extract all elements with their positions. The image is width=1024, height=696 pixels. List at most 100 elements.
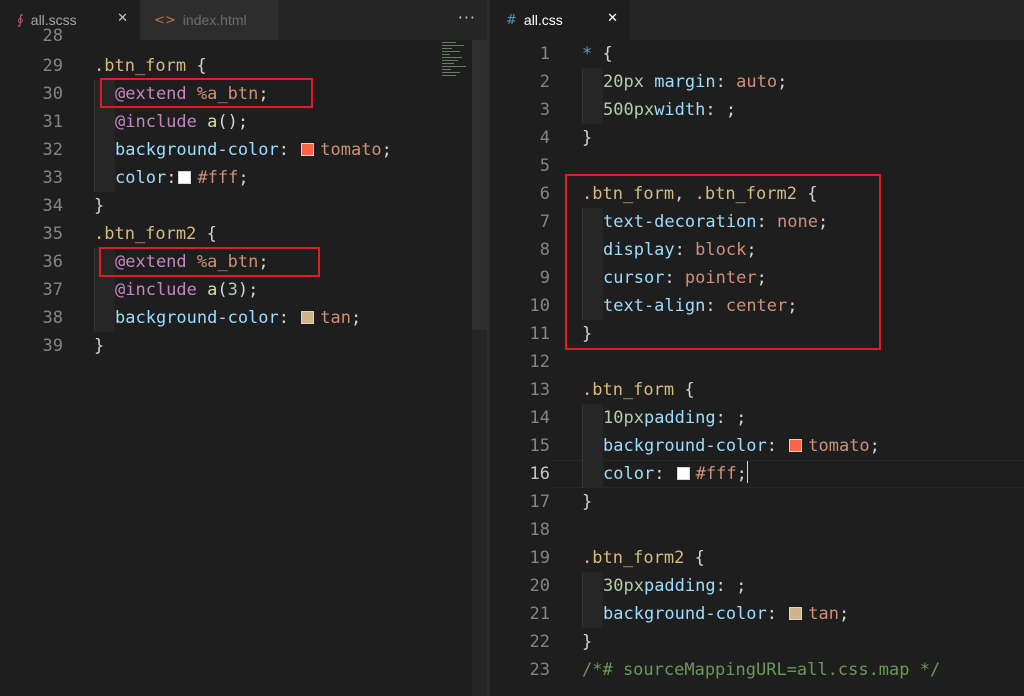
code-editor[interactable]: 1 * {2 20px margin: auto; 3 500pxwidth: ; 4} 5…: [490, 40, 1024, 696]
code-text: background-color: tan;: [115, 304, 361, 332]
code-line: 6 .btn_form, .btn_form2 {: [490, 180, 1024, 208]
line-number: 13: [529, 380, 550, 400]
token-num: 20px: [603, 72, 644, 92]
token-end: ;: [777, 72, 788, 92]
line-number: 18: [529, 520, 550, 540]
code-text: }: [94, 192, 104, 220]
color-swatch[interactable]: [789, 439, 803, 452]
code-text: .btn_form, .btn_form2 {: [582, 180, 817, 208]
token-end: ;: [736, 576, 747, 596]
token-num: 500px: [603, 100, 655, 120]
indent-guide: [94, 248, 115, 276]
line-number: 29: [42, 56, 63, 76]
token-brace: {: [796, 184, 818, 204]
token-colon: :: [654, 464, 675, 484]
indent-guide: [582, 432, 603, 460]
token-end: ;: [258, 84, 269, 104]
code-line: 23 /*# sourceMappingURL=all.css.map */: [490, 656, 1024, 684]
line-number: 12: [529, 352, 550, 372]
color-swatch[interactable]: [676, 467, 690, 480]
token-keyword: @extend: [115, 252, 187, 272]
code-editor[interactable]: 28 29 .btn_form {30 @extend %a_btn; 31 @inclu…: [0, 26, 488, 696]
line-number: 28: [42, 26, 63, 46]
code-text: }: [94, 332, 104, 360]
token-selector: .btn_form2: [94, 224, 197, 244]
token-keyword: @include: [115, 280, 197, 300]
line-number: 7: [539, 212, 550, 232]
token-value: block: [695, 240, 747, 260]
line-number: 22: [529, 632, 550, 652]
token-colon: :: [715, 576, 737, 596]
line-number: 11: [529, 324, 550, 344]
token-star: *: [582, 44, 593, 64]
code-line: 4}: [490, 124, 1024, 152]
token-selector: .btn_form: [94, 56, 187, 76]
token-colon: :: [278, 308, 300, 328]
code-line: 39}: [0, 332, 488, 360]
token-sp: [644, 72, 654, 92]
token-prop: color: [603, 464, 655, 484]
token-num: 3: [227, 280, 238, 300]
code-line: 3 500pxwidth: ;: [490, 96, 1024, 124]
code-text: }: [582, 320, 592, 348]
indent-guide: [94, 80, 115, 108]
close-icon[interactable]: ✕: [607, 11, 618, 26]
code-line: 33 color: #fff;: [0, 164, 488, 192]
token-prop: color: [115, 168, 167, 188]
line-number: 31: [42, 112, 63, 132]
line-number: 36: [42, 252, 63, 272]
token-value: tan: [808, 604, 839, 624]
code-text: }: [582, 488, 592, 516]
token-brace: {: [186, 56, 207, 76]
code-line: 22}: [490, 628, 1024, 656]
color-swatch[interactable]: [178, 171, 192, 184]
code-text: @include a(3);: [115, 276, 258, 304]
color-swatch[interactable]: [301, 143, 315, 156]
token-end: ;: [787, 296, 798, 316]
code-text: 10pxpadding: ;: [603, 404, 746, 432]
code-text: @extend %a_btn;: [115, 248, 269, 276]
code-line: 29 .btn_form {: [0, 52, 488, 80]
indent-guide: [582, 460, 603, 488]
code-text: cursor: pointer;: [603, 264, 767, 292]
color-swatch[interactable]: [789, 607, 803, 620]
indent-guide: [582, 292, 603, 320]
token-end: ;: [258, 252, 269, 272]
code-line: 35 .btn_form2 {: [0, 220, 488, 248]
code-line: 18: [490, 516, 1024, 544]
token-prop: text-align: [603, 296, 706, 316]
right-editor-pane: # all.css ✕ 1 * {2 20px margin: auto; 3 500p…: [490, 0, 1024, 696]
token-end: ;: [736, 408, 747, 428]
line-number: 6: [539, 184, 550, 204]
indent-guide: [582, 96, 603, 124]
token-num: 30px: [603, 576, 644, 596]
scrollbar-thumb[interactable]: [472, 40, 487, 330]
line-number: 33: [42, 168, 63, 188]
token-value: #fff: [695, 464, 737, 484]
token-colon: :: [756, 212, 778, 232]
code-line: 21 background-color: tan;: [490, 600, 1024, 628]
token-selector: .btn_form: [582, 184, 675, 204]
token-end: ;: [746, 240, 757, 260]
token-brace: }: [582, 632, 593, 652]
code-line: 28: [0, 22, 488, 50]
code-line: 8 display: block;: [490, 236, 1024, 264]
line-number: 19: [529, 548, 550, 568]
code-text: .btn_form2 {: [582, 544, 705, 572]
token-colon: :: [705, 100, 726, 120]
tab-all-css[interactable]: # all.css ✕: [490, 0, 630, 40]
line-number: 39: [42, 336, 63, 356]
code-line: 12: [490, 348, 1024, 376]
token-prop: text-decoration: [603, 212, 757, 232]
token-colon: :: [705, 296, 726, 316]
indent-guide: [94, 164, 115, 192]
token-keyword: @extend: [115, 84, 187, 104]
code-text: .btn_form {: [582, 376, 695, 404]
minimap[interactable]: [442, 40, 472, 100]
token-prop: margin: [654, 72, 716, 92]
color-swatch[interactable]: [301, 311, 315, 324]
code-text: @include a();: [115, 108, 248, 136]
vertical-scrollbar[interactable]: [472, 40, 487, 696]
code-line: 11}: [490, 320, 1024, 348]
code-line: 20 30pxpadding: ;: [490, 572, 1024, 600]
